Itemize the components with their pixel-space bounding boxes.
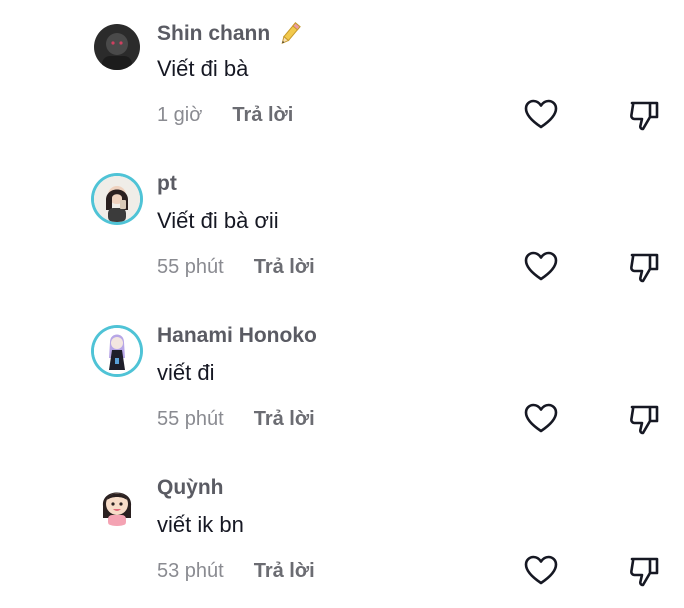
reply-button[interactable]: Trả lời [254, 560, 315, 583]
username-label[interactable]: Quỳnh [157, 476, 224, 500]
heart-icon[interactable] [524, 554, 558, 588]
comment-time: 55 phút [157, 408, 224, 430]
avatar[interactable] [94, 480, 140, 526]
comment-text: Viết đi bà ơii [157, 208, 279, 233]
comment-meta: 55 phút Trả lời [157, 256, 315, 279]
comment-text: viết đi [157, 360, 215, 385]
comment-item: pt Viết đi bà ơii 55 phút Trả lời [0, 152, 684, 304]
comment-item: Hanami Honoko viết đi 55 phút Trả lời [0, 304, 684, 456]
comment-username[interactable]: pt [157, 172, 177, 196]
comment-time: 55 phút [157, 256, 224, 278]
comment-meta: 55 phút Trả lời [157, 408, 315, 431]
comment-meta: 1 giờ Trả lời [157, 104, 293, 127]
thumbs-down-icon[interactable] [628, 554, 662, 588]
heart-icon[interactable] [524, 98, 558, 132]
reply-button[interactable]: Trả lời [254, 408, 315, 431]
reply-button[interactable]: Trả lời [232, 104, 293, 127]
username-label[interactable]: pt [157, 172, 177, 196]
comment-username[interactable]: Shin chann [157, 20, 304, 48]
comment-item: Shin chann Viết đi bà 1 giờ Trả lời [0, 0, 684, 152]
heart-icon[interactable] [524, 250, 558, 284]
pencil-icon [276, 20, 304, 48]
comment-item: Quỳnh viết ik bn 53 phút Trả lời [0, 456, 684, 608]
comment-username[interactable]: Quỳnh [157, 476, 224, 500]
thumbs-down-icon[interactable] [628, 98, 662, 132]
thumbs-down-icon[interactable] [628, 402, 662, 436]
heart-icon[interactable] [524, 402, 558, 436]
comment-time: 1 giờ [157, 104, 203, 126]
avatar[interactable] [94, 24, 140, 70]
avatar[interactable] [94, 328, 140, 374]
comment-username[interactable]: Hanami Honoko [157, 324, 317, 348]
reply-button[interactable]: Trả lời [254, 256, 315, 279]
username-label[interactable]: Shin chann [157, 22, 270, 46]
comment-time: 53 phút [157, 560, 224, 582]
thumbs-down-icon[interactable] [628, 250, 662, 284]
comment-text: Viết đi bà [157, 56, 249, 81]
comment-text: viết ik bn [157, 512, 244, 537]
avatar[interactable] [94, 176, 140, 222]
username-label[interactable]: Hanami Honoko [157, 324, 317, 348]
comment-meta: 53 phút Trả lời [157, 560, 315, 583]
